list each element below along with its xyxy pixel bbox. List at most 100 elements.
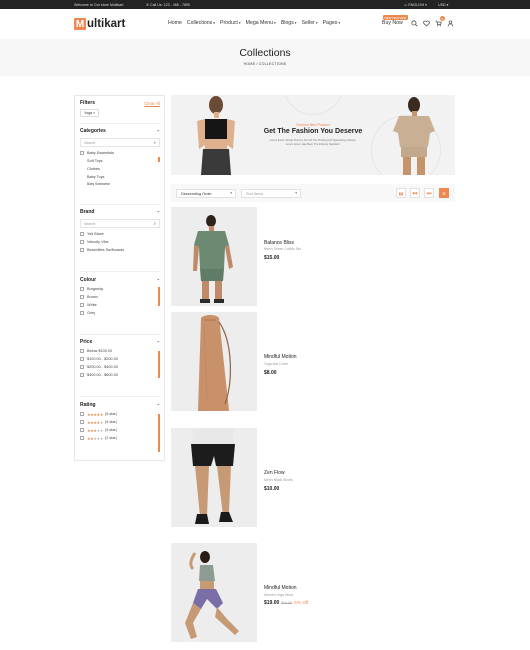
nav-blogs[interactable]: Blogs ▾ [281, 20, 297, 26]
category-option[interactable]: Baby Toys [80, 173, 160, 181]
product-image[interactable] [171, 207, 257, 306]
categories-header[interactable]: Categories ⌃ [80, 128, 160, 134]
colour-option[interactable]: Burgundy [80, 285, 160, 293]
page-header: Collections HOME / COLLECTIONS [0, 39, 530, 76]
product-image[interactable] [171, 312, 257, 411]
brand-option[interactable]: Yoti Blaze [80, 230, 160, 238]
brand-header[interactable]: Brand ⌃ [80, 209, 160, 215]
brand-search-input[interactable]: Search ⌕ [80, 219, 160, 228]
product-name[interactable]: Balance Bliss [264, 240, 294, 246]
rating-option[interactable]: ★★★★★ (4 star) [80, 418, 160, 426]
main-nav: Home Collections ▾ Product ▾ Mega Menu ▾ Bl… [168, 20, 345, 26]
checkbox[interactable] [80, 248, 84, 252]
logo-mark: M [74, 18, 86, 30]
checkbox[interactable] [80, 232, 84, 236]
checkbox[interactable] [80, 303, 84, 307]
product-name[interactable]: Zen Flow [264, 470, 285, 476]
search-icon: ⌕ [153, 221, 156, 226]
category-option[interactable]: Baby Essentials [80, 149, 160, 157]
colour-option[interactable]: White [80, 301, 160, 309]
product-image[interactable] [171, 543, 257, 642]
promo-banner[interactable]: Fashion Best Product Get The Fashion You… [171, 95, 455, 175]
chevron-down-icon: ▾ [238, 21, 241, 25]
price-option[interactable]: $100.00 - $200.00 [80, 355, 160, 363]
price-option[interactable]: Below $100.00 [80, 347, 160, 355]
logo[interactable]: M ultikart [74, 17, 125, 31]
divider [80, 334, 160, 335]
checkbox[interactable] [80, 349, 84, 353]
categories-section: Categories ⌃ Search ⌕ Baby Essentials Soft… [80, 128, 160, 187]
checkbox[interactable] [80, 428, 84, 432]
nav-collections[interactable]: Collections ▾ [187, 20, 215, 26]
nav-home[interactable]: Home [168, 20, 182, 26]
nav-mega-menu[interactable]: Mega Menu ▾ [246, 20, 276, 26]
language-selector[interactable]: ▭ ENGLISH ▾ [404, 3, 427, 7]
product-toolbar: Descending Order ▾ Sort Items ▾ ▮▮ ▮▮▮ ▮▮▮… [171, 184, 455, 202]
grid-2-view-button[interactable]: ▮▮ [396, 188, 406, 198]
filters-title: Filters [80, 100, 96, 106]
category-scrollbar[interactable] [158, 157, 160, 162]
colour-option[interactable]: Grey [80, 309, 160, 317]
nav-pages[interactable]: Pages ▾ [323, 20, 340, 26]
category-search-input[interactable]: Search ⌕ [80, 138, 160, 147]
product-name[interactable]: Mindful Motion [264, 585, 297, 591]
price-header[interactable]: Price ⌃ [80, 339, 160, 345]
product-name[interactable]: Mindful Motion [264, 354, 297, 360]
product-card[interactable]: Zen Flow Men's Black Shorts $10.00 [171, 428, 455, 527]
banner-woman-image [197, 96, 235, 175]
colour-option[interactable]: Brown [80, 293, 160, 301]
checkbox[interactable] [80, 365, 84, 369]
brand-option[interactable]: Beachlites Surfboards [80, 246, 160, 254]
clear-all-link[interactable]: Clear All [144, 101, 160, 106]
logo-text: ultikart [87, 18, 126, 30]
currency-selector[interactable]: USD ▾ [438, 3, 448, 7]
checkbox[interactable] [80, 287, 84, 291]
category-option[interactable]: Baby Swimwear [80, 181, 160, 187]
rating-option[interactable]: ★★★★★ (5 star) [80, 410, 160, 418]
product-card[interactable]: Balance Bliss Men's Green Crinkle Set $1… [171, 207, 455, 306]
grid-3-view-button[interactable]: ▮▮▮ [410, 188, 420, 198]
star-rating-icon: ★★★★★ [87, 427, 103, 433]
product-card[interactable]: Mindful Motion Women Yoga Wear $19.00 $20… [171, 543, 455, 642]
user-icon[interactable] [446, 19, 454, 27]
product-discount: 5% Off [294, 600, 309, 605]
rating-option[interactable]: ★★★★★ (2 star) [80, 434, 160, 442]
checkbox[interactable] [80, 240, 84, 244]
checkbox[interactable] [80, 311, 84, 315]
checkbox[interactable] [80, 420, 84, 424]
colour-section: Colour ⌃ Burgundy Brown White Grey [80, 277, 160, 317]
chevron-up-icon: ⌃ [156, 277, 160, 283]
close-icon[interactable]: × [93, 111, 95, 115]
category-option[interactable]: Clothes [80, 165, 160, 173]
product-card[interactable]: Mindful Motion Yoga Mat Cover $8.00 [171, 312, 455, 411]
rating-scrollbar[interactable] [158, 414, 160, 452]
heart-icon[interactable] [422, 19, 430, 27]
colour-scrollbar[interactable] [158, 287, 160, 306]
category-option[interactable]: Soft Toys [80, 157, 160, 165]
active-filter-chip[interactable]: Yoga × [80, 109, 100, 117]
nav-seller[interactable]: Seller ▾ [302, 20, 318, 26]
checkbox[interactable] [80, 295, 84, 299]
product-price: $8.00 [264, 370, 277, 376]
colour-header[interactable]: Colour ⌃ [80, 277, 160, 283]
buy-now-link[interactable]: Buy Now [382, 20, 403, 26]
checkbox[interactable] [80, 436, 84, 440]
search-icon[interactable] [410, 19, 418, 27]
sort-select[interactable]: Descending Order ▾ [176, 189, 236, 198]
rating-option[interactable]: ★★★★★ (3 star) [80, 426, 160, 434]
price-scrollbar[interactable] [158, 351, 160, 378]
brand-option[interactable]: Velocity Vibe [80, 238, 160, 246]
grid-4-view-button[interactable]: ▮▮▮▮ [424, 188, 434, 198]
sort-items-select[interactable]: Sort Items ▾ [241, 189, 301, 198]
divider [80, 204, 160, 205]
checkbox[interactable] [80, 357, 84, 361]
nav-product[interactable]: Product ▾ [220, 20, 241, 26]
checkbox[interactable] [80, 412, 84, 416]
checkbox[interactable] [80, 151, 84, 155]
list-view-button[interactable]: ☰ [439, 188, 449, 198]
price-option[interactable]: $200.00 - $400.00 [80, 363, 160, 371]
price-option[interactable]: $400.00 - $600.00 [80, 371, 160, 379]
product-image[interactable] [171, 428, 257, 527]
checkbox[interactable] [80, 373, 84, 377]
rating-header[interactable]: Rating ⌃ [80, 402, 160, 408]
